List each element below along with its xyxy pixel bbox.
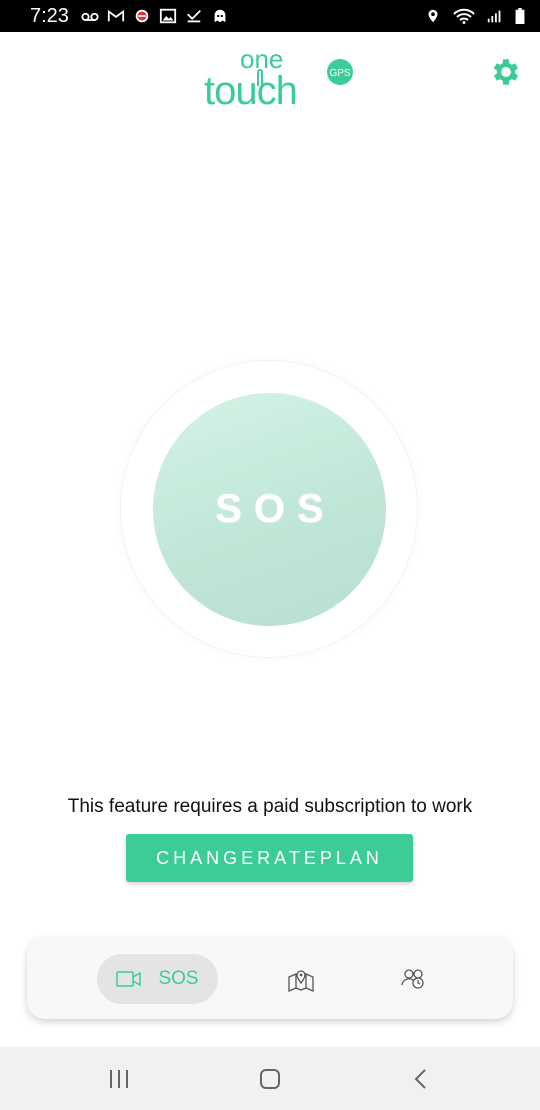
home-icon bbox=[260, 1069, 280, 1089]
download-done-icon bbox=[187, 9, 201, 23]
group-icon bbox=[401, 969, 424, 989]
svg-text:touch: touch bbox=[204, 69, 297, 112]
battery-icon bbox=[515, 8, 525, 24]
recent-apps-button[interactable] bbox=[106, 1067, 132, 1091]
back-button[interactable] bbox=[408, 1067, 434, 1091]
onetouch-gps-logo: one touch GPS bbox=[200, 42, 360, 113]
sos-button[interactable]: SOS bbox=[153, 393, 386, 626]
change-rate-plan-button[interactable]: CHANGERATEPLAN bbox=[126, 834, 413, 882]
app-notification-icon bbox=[135, 9, 149, 23]
nav-tab-group[interactable] bbox=[399, 965, 429, 995]
wifi-icon bbox=[453, 8, 475, 24]
home-button[interactable] bbox=[257, 1067, 283, 1091]
svg-text:GPS: GPS bbox=[329, 68, 350, 79]
status-icons-left bbox=[81, 8, 229, 24]
video-camera-icon bbox=[116, 971, 142, 987]
status-bar: 7:23 bbox=[0, 0, 540, 32]
settings-button[interactable] bbox=[486, 52, 526, 92]
status-icons-right bbox=[424, 8, 526, 24]
system-nav-bar bbox=[0, 1047, 540, 1110]
gmail-icon bbox=[107, 9, 125, 22]
recent-apps-icon bbox=[110, 1070, 128, 1088]
signal-icon bbox=[487, 10, 501, 23]
status-time: 7:23 bbox=[30, 4, 69, 27]
image-icon bbox=[159, 8, 177, 24]
back-icon bbox=[414, 1069, 426, 1089]
bottom-nav: SOS bbox=[27, 937, 513, 1019]
nav-tab-sos-label: SOS bbox=[158, 968, 199, 989]
map-pin-icon bbox=[288, 970, 314, 992]
location-icon bbox=[428, 9, 438, 23]
sos-label: SOS bbox=[215, 487, 336, 531]
ghost-icon bbox=[214, 9, 226, 23]
app-header: one touch GPS bbox=[0, 32, 540, 122]
nav-tab-map[interactable] bbox=[285, 963, 317, 995]
voicemail-icon bbox=[81, 12, 99, 21]
nav-tab-sos[interactable]: SOS bbox=[97, 954, 218, 1004]
subscription-notice: This feature requires a paid subscriptio… bbox=[67, 796, 473, 817]
gear-icon bbox=[493, 59, 519, 85]
